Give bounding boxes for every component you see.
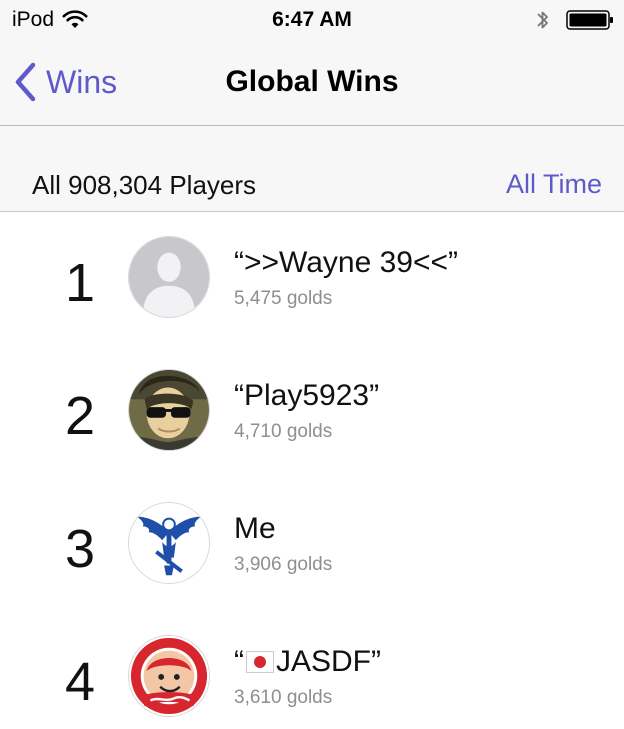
- screen: iPod 6:47 AM Wins Global Wins All 908,30…: [0, 0, 624, 729]
- winged-emblem-icon: [129, 503, 209, 583]
- leaderboard-row[interactable]: 3 Me 3,906 golds: [0, 478, 624, 611]
- leaderboard-row[interactable]: 1 “>>Wayne 39<<” 5,475 golds: [0, 212, 624, 345]
- leaderboard-row[interactable]: 4 “ JASDF” 3,610 golds: [0, 611, 624, 729]
- japan-flag-icon: [246, 651, 274, 673]
- status-time: 6:47 AM: [272, 8, 352, 31]
- carp-logo-icon: [129, 636, 209, 716]
- winged-emblem-avatar: [128, 502, 210, 584]
- player-name: Me: [234, 512, 276, 545]
- rank-number: 4: [64, 652, 96, 712]
- person-silhouette-icon: [129, 237, 209, 317]
- player-name: “Play5923”: [234, 379, 380, 412]
- rank-number: 2: [64, 386, 96, 446]
- carp-logo-avatar: [128, 635, 210, 717]
- leaderboard-row[interactable]: 2 “Play5923” 4,710 golds: [0, 345, 624, 478]
- player-score: 3,906 golds: [234, 554, 333, 575]
- player-name: “ JASDF”: [234, 645, 381, 679]
- player-name: “>>Wayne 39<<”: [234, 246, 459, 279]
- battery-icon: [566, 10, 613, 30]
- player-score: 4,710 golds: [234, 421, 333, 442]
- sunglasses-photo-icon: [129, 370, 209, 450]
- status-bar: iPod 6:47 AM: [0, 0, 624, 40]
- player-score: 5,475 golds: [234, 288, 333, 309]
- rank-number: 3: [64, 519, 96, 579]
- navigation-bar: Wins Global Wins: [0, 40, 624, 125]
- bluetooth-icon: [537, 11, 548, 29]
- filter-bar: All 908,304 Players All Time: [0, 126, 624, 212]
- player-count[interactable]: All 908,304 Players: [32, 170, 256, 201]
- placeholder-avatar: [128, 236, 210, 318]
- time-range-button[interactable]: All Time: [506, 169, 602, 200]
- rank-number: 1: [64, 253, 96, 313]
- player-name-suffix: JASDF”: [276, 645, 381, 678]
- page-title: Global Wins: [225, 65, 399, 98]
- top-bar: iPod 6:47 AM Wins Global Wins: [0, 0, 624, 126]
- player-name-prefix: “: [234, 645, 244, 678]
- leaderboard-list: 1 “>>Wayne 39<<” 5,475 golds 2 “Play5923…: [0, 212, 624, 729]
- player-score: 3,610 golds: [234, 687, 333, 708]
- sunglasses-photo-avatar: [128, 369, 210, 451]
